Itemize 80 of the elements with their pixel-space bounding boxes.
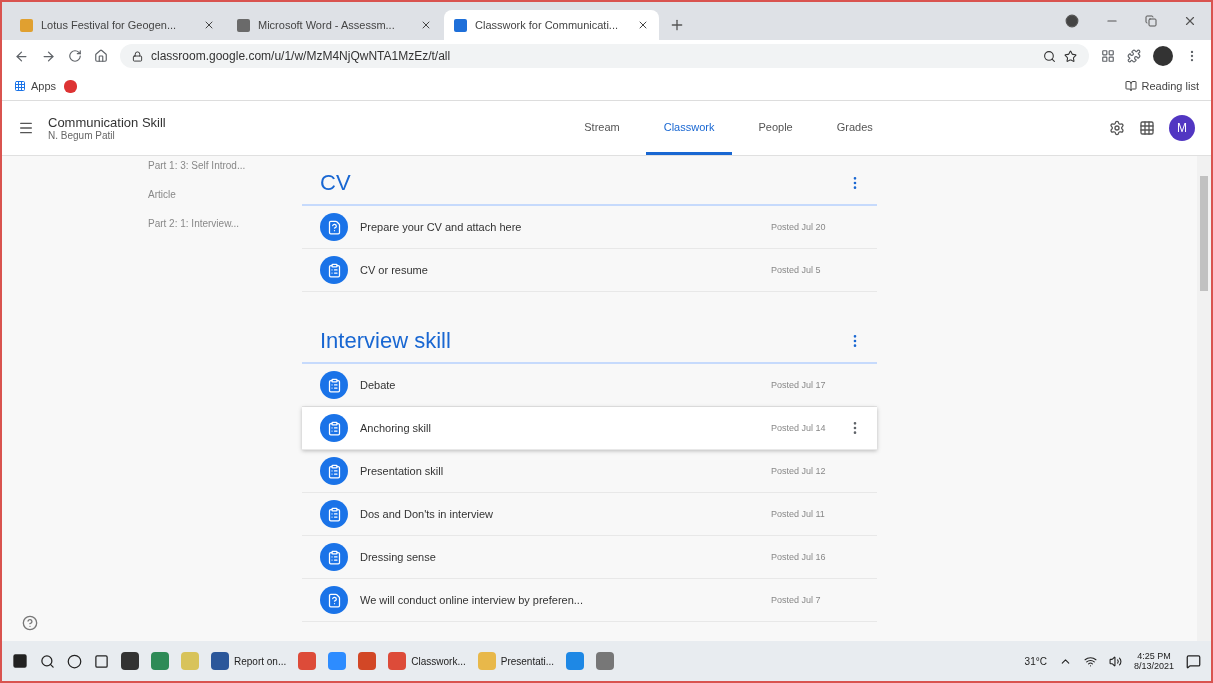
close-icon[interactable] (1183, 14, 1197, 28)
wifi-icon[interactable] (1083, 654, 1097, 668)
speaker-icon[interactable] (1108, 654, 1122, 668)
task-view-icon[interactable] (94, 653, 109, 669)
cortana-icon[interactable] (67, 653, 82, 669)
notification-icon[interactable] (1186, 653, 1201, 669)
classwork-item[interactable]: Dos and Don'ts in interview Posted Jul 11 (302, 493, 877, 536)
topic-heading: CV (320, 170, 351, 196)
book-icon (1124, 80, 1137, 92)
address-bar[interactable]: classroom.google.com/u/1/w/MzM4NjQwNTA1MzEz/t/all (120, 44, 1089, 68)
topic-link[interactable]: Part 2: 1: Interview... (148, 218, 302, 229)
posted-date: Posted Jul 17 (771, 380, 827, 390)
profile-icon[interactable] (1065, 14, 1079, 28)
close-icon[interactable] (203, 19, 215, 31)
star-icon[interactable] (1064, 49, 1077, 63)
extension-icon[interactable] (1101, 49, 1115, 63)
classwork-item[interactable]: CV or resume Posted Jul 5 (302, 249, 877, 292)
posted-date: Posted Jul 7 (771, 595, 822, 605)
topic-link[interactable]: Part 1: 3: Self Introd... (148, 160, 302, 171)
reload-icon[interactable] (68, 49, 82, 63)
nav-tab[interactable]: Classwork (645, 101, 733, 155)
classwork-item[interactable]: Dressing sense Posted Jul 16 (302, 536, 877, 579)
topic-link[interactable]: Article (148, 189, 302, 200)
close-icon[interactable] (420, 19, 432, 31)
taskbar-app-button[interactable]: Classwork... (388, 652, 466, 670)
taskbar-app-button[interactable]: Report on... (211, 652, 287, 670)
home-icon[interactable] (94, 49, 108, 63)
clock[interactable]: 4:25 PM 8/13/2021 (1133, 651, 1174, 671)
restore-icon[interactable] (1145, 15, 1157, 27)
bookmark-icon[interactable] (64, 79, 78, 93)
browser-tab[interactable]: Classwork for Communicati... (444, 10, 659, 40)
assignment-icon (320, 457, 348, 485)
posted-date: Posted Jul 16 (771, 552, 827, 562)
assignment-icon (320, 256, 348, 284)
start-icon[interactable] (12, 653, 28, 669)
browser-tab[interactable]: Microsoft Word - Assessm... (227, 10, 442, 40)
question-icon (320, 586, 348, 614)
classwork-item[interactable]: We will conduct online interview by preferen... Posted Jul 7 (302, 579, 877, 622)
teacher-name: N. Begum Patil (48, 130, 116, 141)
posted-date: Posted Jul 14 (771, 423, 827, 433)
course-title[interactable]: Communication Skill (48, 115, 348, 130)
weather-widget[interactable]: 31°C (1024, 655, 1047, 667)
assignment-icon (320, 371, 348, 399)
puzzle-icon[interactable] (1127, 49, 1141, 63)
assignment-icon (320, 414, 348, 442)
profile-avatar[interactable] (1153, 46, 1173, 66)
posted-date: Posted Jul 5 (771, 265, 822, 275)
posted-date: Posted Jul 12 (771, 466, 827, 476)
settings-icon[interactable] (1109, 120, 1125, 136)
posted-date: Posted Jul 20 (771, 222, 827, 232)
new-tab-icon[interactable] (669, 17, 685, 33)
classwork-item[interactable]: Prepare your CV and attach here Posted Jul 20 (302, 206, 877, 249)
posted-date: Posted Jul 11 (771, 509, 826, 519)
taskbar-app-button[interactable]: Presentati... (477, 652, 555, 670)
app-icon[interactable] (566, 652, 585, 670)
user-avatar[interactable]: M (1169, 115, 1195, 141)
topic-heading: Interview skill (320, 328, 451, 354)
menu-icon[interactable] (18, 120, 34, 136)
assignment-icon (320, 543, 348, 571)
lock-icon (132, 50, 143, 62)
nav-tab[interactable]: People (740, 101, 811, 155)
search-icon[interactable] (40, 653, 55, 669)
nav-tab[interactable]: Grades (818, 101, 891, 155)
classwork-item[interactable]: Presentation skill Posted Jul 12 (302, 450, 877, 493)
close-icon[interactable] (637, 19, 649, 31)
assignment-icon (320, 500, 348, 528)
forward-icon[interactable] (41, 48, 56, 64)
back-icon[interactable] (14, 48, 29, 64)
question-icon (320, 213, 348, 241)
classwork-item[interactable]: Anchoring skill Posted Jul 14 (302, 407, 877, 450)
search-icon[interactable] (1043, 49, 1056, 63)
apps-grid-icon[interactable] (1139, 120, 1155, 136)
scrollbar[interactable] (1197, 156, 1211, 641)
reading-list-button[interactable]: Reading list (1124, 80, 1199, 92)
apps-grid-icon (14, 80, 26, 92)
app-icon[interactable] (151, 652, 169, 670)
browser-tab[interactable]: Lotus Festival for Geogen... (10, 10, 225, 40)
bookmark-link[interactable]: Apps (14, 80, 57, 92)
help-icon[interactable] (22, 615, 38, 631)
nav-tab[interactable]: Stream (566, 101, 638, 155)
